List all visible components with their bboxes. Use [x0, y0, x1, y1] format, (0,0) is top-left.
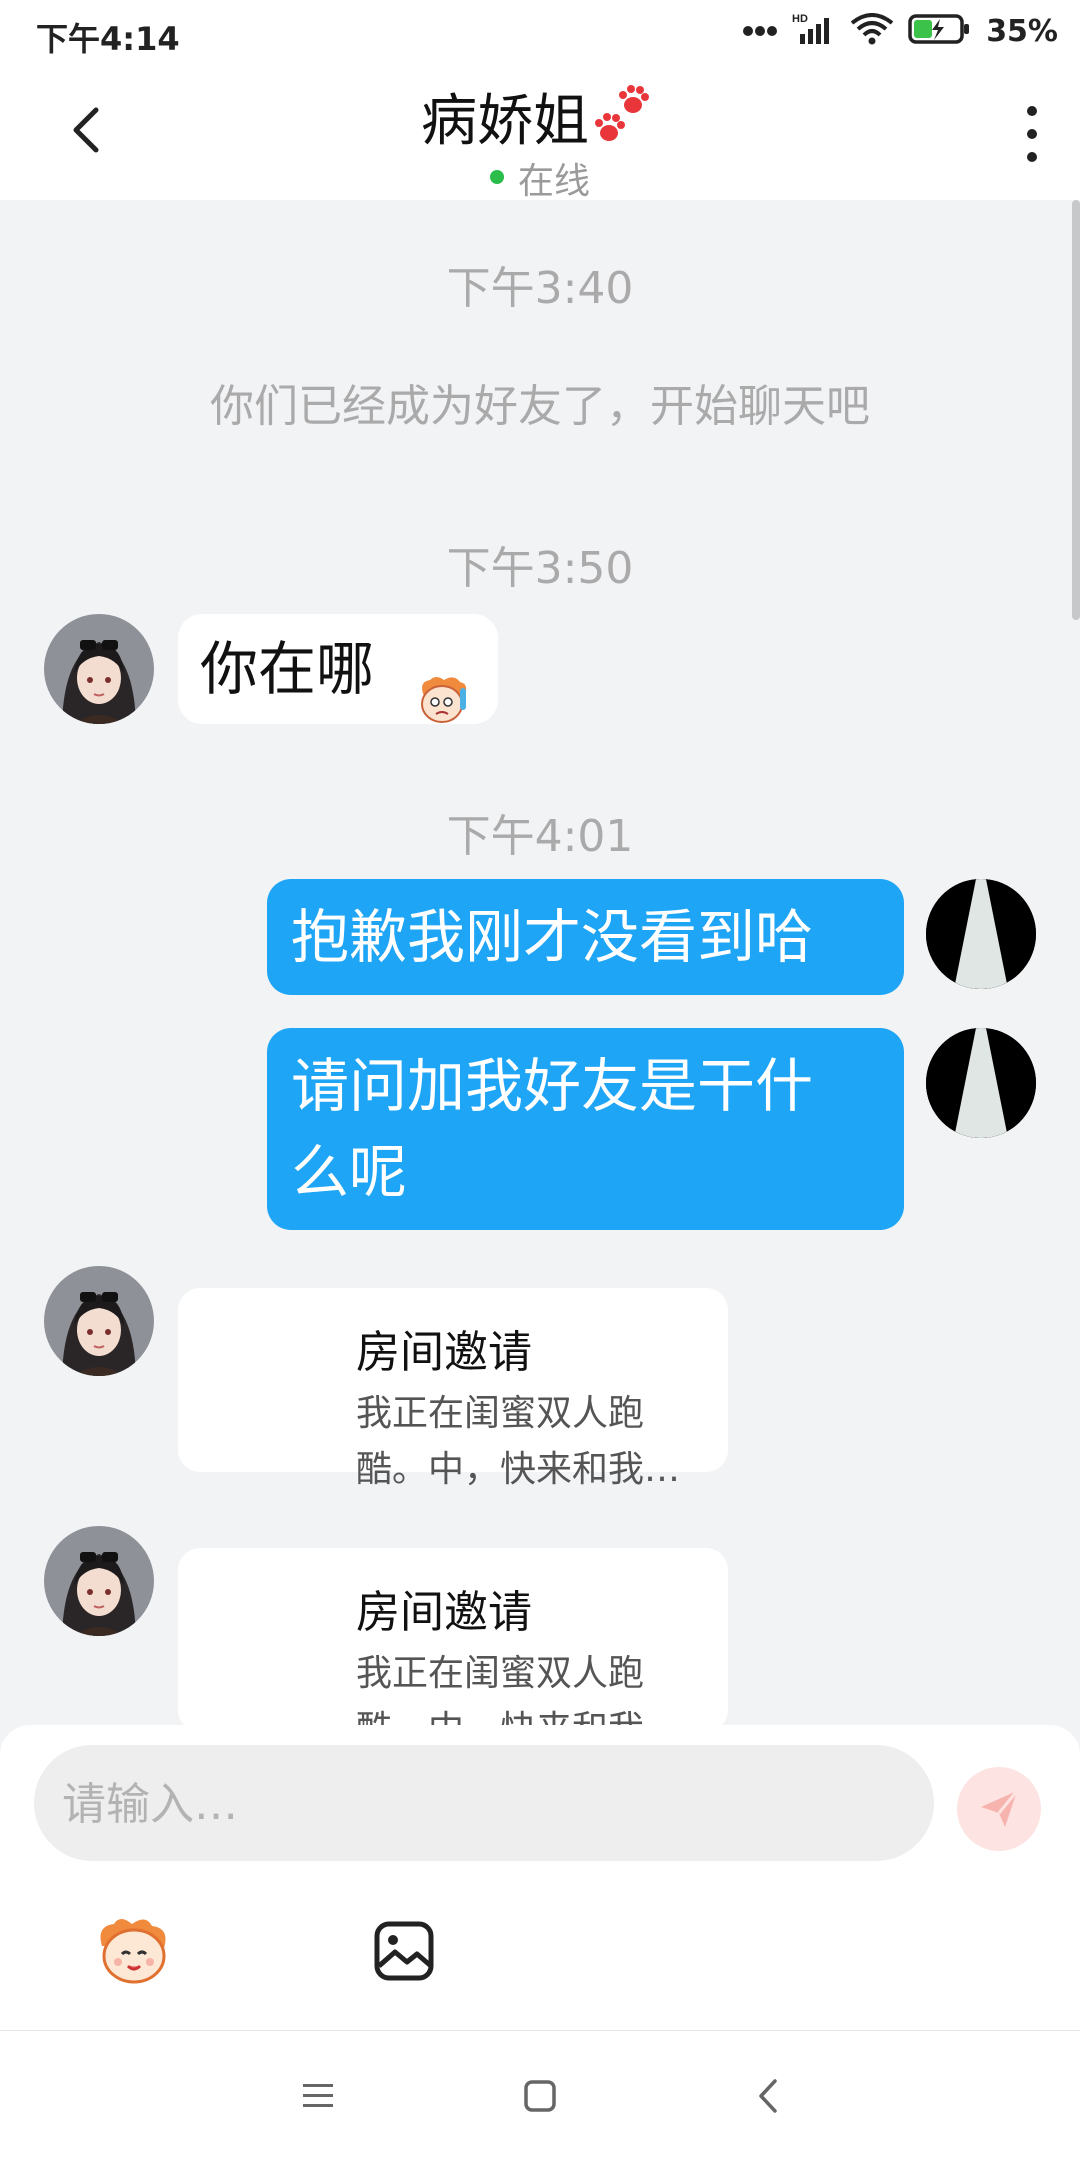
home-button[interactable]	[510, 2071, 570, 2121]
timestamp: 下午4:01	[446, 811, 634, 862]
status-bar: 下午4:14 HD 35%	[0, 0, 1080, 66]
dots-icon	[742, 22, 778, 41]
online-dot	[489, 170, 504, 184]
wifi-icon	[850, 13, 894, 49]
my-avatar[interactable]	[926, 879, 1036, 989]
input-bar	[0, 1725, 1080, 2030]
send-icon	[981, 1790, 1019, 1827]
more-vertical-icon	[1027, 106, 1037, 116]
message-input-wrapper	[34, 1745, 934, 1863]
message-bubble-outgoing[interactable]: 请问加我好友是干什 么呢	[267, 1028, 904, 1230]
message-bubble-outgoing[interactable]: 抱歉我刚才没看到哈	[267, 879, 904, 995]
image-button[interactable]	[364, 1911, 444, 1991]
image-icon	[374, 1921, 434, 1981]
timestamp: 下午3:40	[446, 263, 634, 314]
timestamp: 下午3:50	[446, 543, 634, 594]
contact-avatar[interactable]	[44, 1266, 154, 1376]
online-label: 在线	[517, 161, 590, 202]
nav-back-icon	[759, 2079, 777, 2113]
message-text: 你在哪	[200, 635, 375, 703]
home-square-icon	[524, 2080, 556, 2112]
menu-icon	[303, 2084, 333, 2107]
battery-percentage: 35%	[986, 13, 1058, 49]
system-nav-bar	[0, 2030, 1080, 2161]
message-text: 请问加我好友是干什	[291, 1052, 814, 1120]
room-invite-card[interactable]: 房间邀请 我正在闺蜜双人跑酷。中，快来和我…	[178, 1548, 728, 1750]
message-bubble-incoming[interactable]: 你在哪	[178, 614, 498, 724]
room-invite-card[interactable]: 房间邀请 我正在闺蜜双人跑酷。中，快来和我…	[178, 1288, 728, 1490]
contact-avatar[interactable]	[44, 1526, 154, 1636]
more-options-button[interactable]	[1020, 106, 1044, 162]
message-input[interactable]	[60, 1745, 904, 1863]
contact-avatar[interactable]	[44, 614, 154, 724]
recents-button[interactable]	[288, 2071, 348, 2121]
signal-icon: HD	[792, 12, 836, 50]
send-button[interactable]	[957, 1767, 1041, 1851]
status-time: 下午4:14	[36, 20, 180, 58]
message-text: 么呢	[291, 1138, 408, 1206]
message-text: 抱歉我刚才没看到哈	[291, 903, 814, 971]
card-title: 房间邀请	[356, 1587, 532, 1638]
chat-header: 病娇姐 在线	[0, 66, 1080, 202]
battery-icon	[908, 13, 972, 49]
contact-name: 病娇姐	[421, 89, 589, 154]
system-notice: 你们已经成为好友了，开始聊天吧	[210, 381, 870, 432]
my-avatar[interactable]	[926, 1028, 1036, 1138]
svg-text:HD: HD	[792, 13, 808, 25]
emoji-button[interactable]	[94, 1911, 174, 1991]
online-status: 在线	[0, 152, 1080, 204]
nav-back-button[interactable]	[738, 2071, 798, 2121]
card-title: 房间邀请	[356, 1327, 532, 1378]
emoji-sticker-icon	[414, 662, 474, 750]
emoji-icon	[100, 1919, 166, 1984]
status-icons: HD 35%	[742, 12, 1058, 50]
card-description: 我正在闺蜜双人跑酷。中，快来和我…	[356, 1393, 681, 1490]
